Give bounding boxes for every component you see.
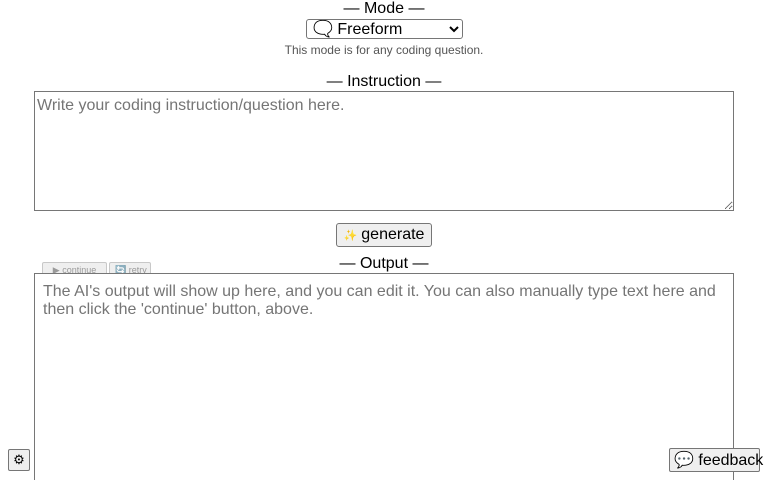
instruction-heading: — Instruction — (326, 73, 442, 90)
sparkle-icon: ✨ (343, 229, 358, 242)
feedback-button[interactable]: 💬 feedback (669, 448, 763, 472)
instruction-input[interactable] (34, 91, 734, 211)
mode-select[interactable]: 🗨️ Freeform (306, 19, 463, 39)
output-heading: — Output — (339, 255, 429, 272)
mode-description: This mode is for any coding question. (284, 43, 484, 57)
settings-button[interactable]: ⚙ (8, 449, 30, 471)
app-page: — Mode — 🗨️ Freeform This mode is for an… (0, 0, 768, 480)
mode-heading: — Mode — (343, 0, 425, 17)
generate-button[interactable]: ✨ generate (336, 223, 432, 247)
output-input[interactable] (34, 273, 734, 480)
settings-icon: ⚙ (13, 452, 25, 467)
generate-label: generate (361, 226, 425, 243)
